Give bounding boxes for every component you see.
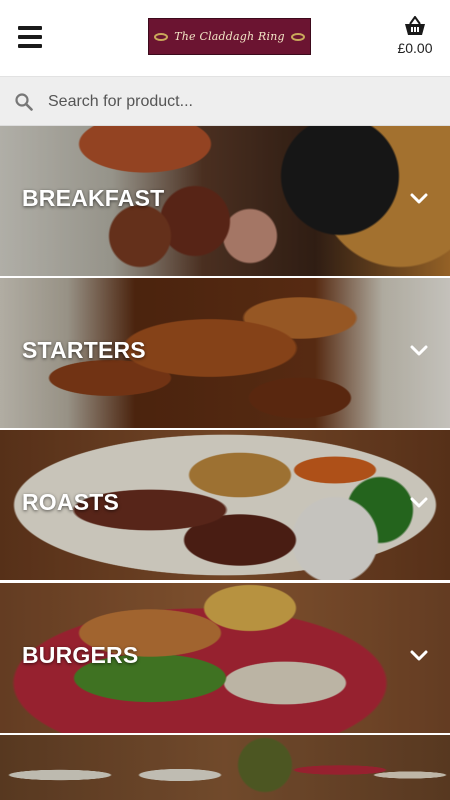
logo-text: The Claddagh Ring [174, 30, 285, 43]
ring-icon [290, 32, 305, 41]
chevron-down-icon[interactable] [410, 345, 428, 357]
category-burgers[interactable]: BURGERS [0, 583, 450, 733]
search-bar [0, 76, 450, 126]
chevron-down-icon[interactable] [410, 650, 428, 662]
chevron-down-icon[interactable] [410, 193, 428, 205]
category-label: STARTERS [22, 337, 146, 363]
category-label: BREAKFAST [22, 185, 165, 211]
category-breakfast[interactable]: BREAKFAST [0, 126, 450, 276]
cart-button[interactable]: £0.00 [395, 16, 435, 60]
menu-bar [18, 44, 42, 48]
search-icon [15, 93, 33, 111]
brand-logo[interactable]: The Claddagh Ring [148, 18, 311, 55]
cart-total: £0.00 [397, 40, 433, 56]
category-label: ROASTS [22, 489, 120, 515]
category-roasts[interactable]: ROASTS [0, 430, 450, 580]
menu-bar [18, 26, 42, 30]
ring-icon [154, 32, 169, 41]
menu-bar [18, 35, 42, 39]
category-label: BURGERS [22, 642, 139, 668]
category-next-partial[interactable] [0, 735, 450, 800]
category-starters[interactable]: STARTERS [0, 278, 450, 428]
image-overlay [0, 735, 450, 800]
basket-icon [405, 16, 425, 35]
hamburger-menu-icon[interactable] [18, 26, 42, 48]
chevron-down-icon[interactable] [410, 497, 428, 509]
search-input[interactable] [48, 87, 438, 117]
app-header: The Claddagh Ring £0.00 [0, 0, 450, 76]
